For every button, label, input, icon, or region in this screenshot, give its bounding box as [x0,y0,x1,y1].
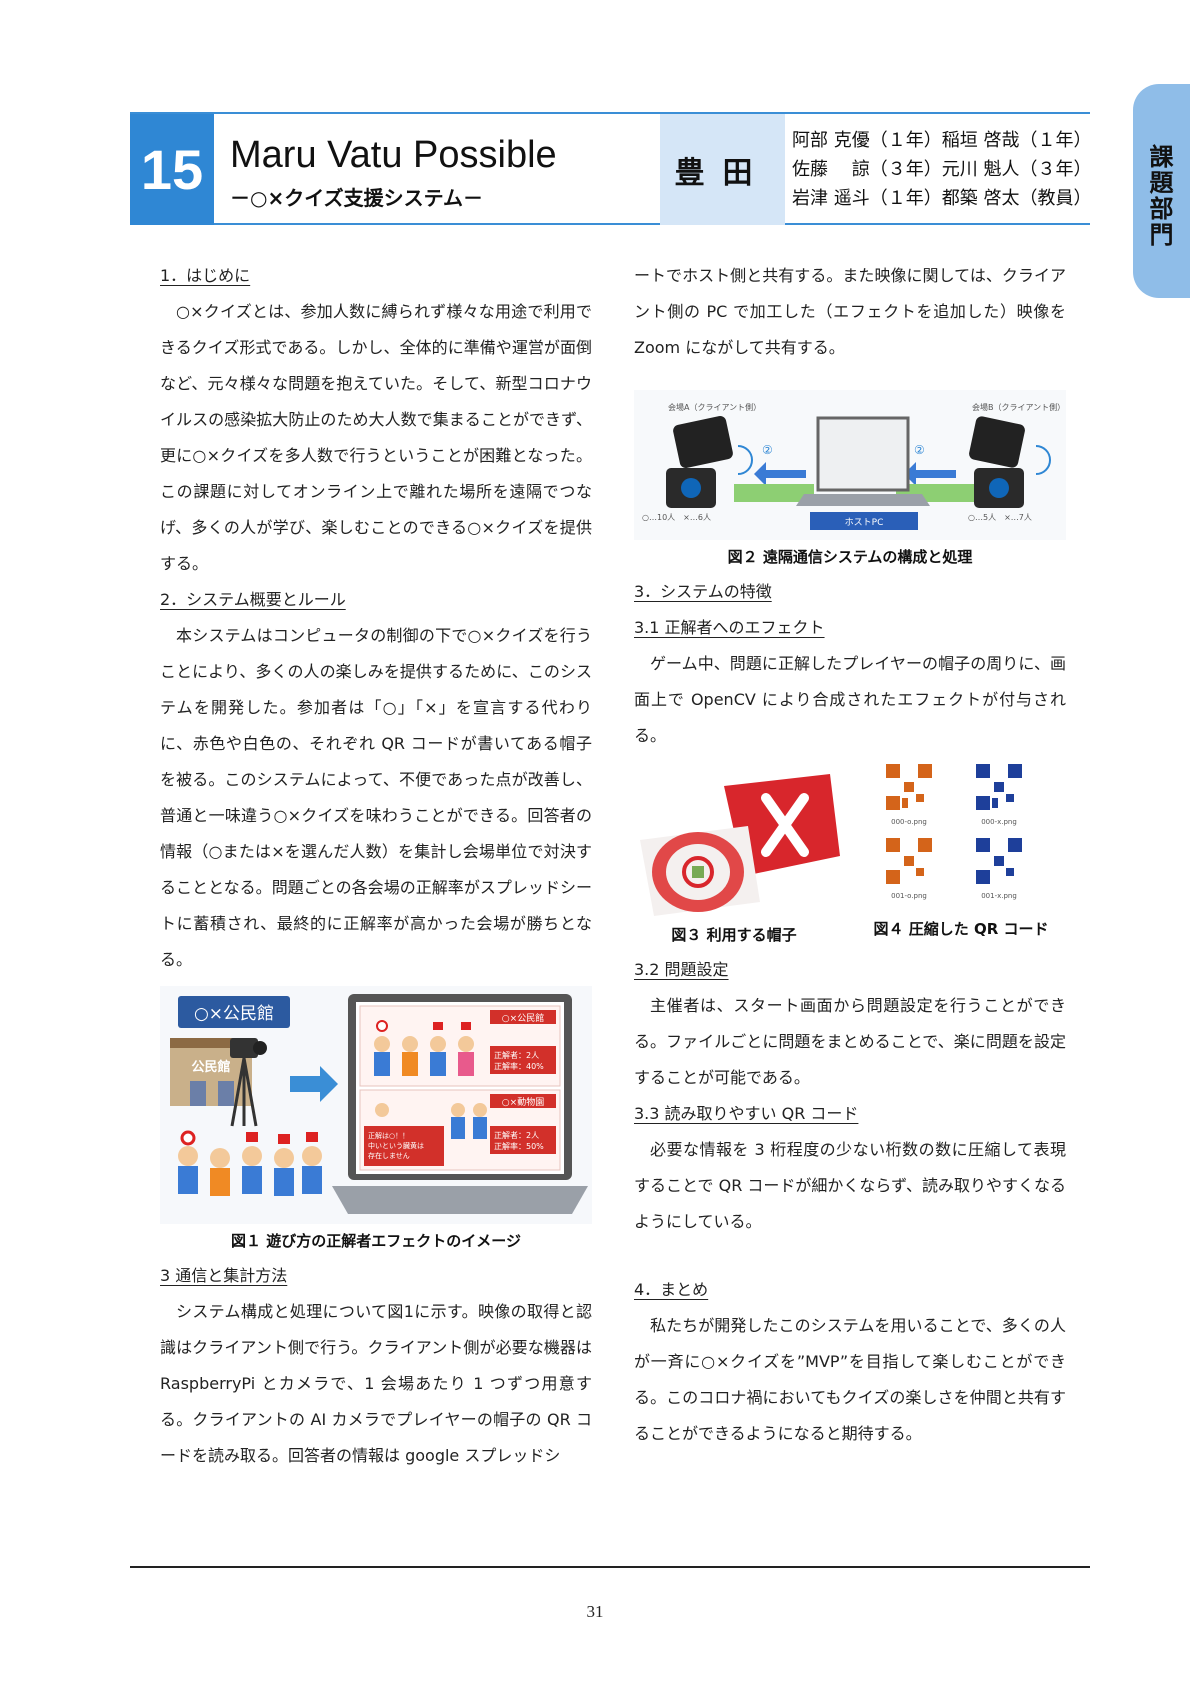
paragraph: 本システムはコンピュータの制御の下で○×クイズを行うことにより、多くの人の楽しみ… [160,626,592,969]
article-subtitle: －○×クイズ支援システム－ [230,186,484,210]
school-name: 豊田 [660,114,785,225]
author-line: 佐藤 諒（３年）元川 魁人（３年） [792,159,1092,180]
panel2-title: ○×動物園 [502,1096,544,1108]
step-marker-left: ② [762,443,773,457]
venue-a-count: ○…10人 ×…6人 [642,513,711,522]
paragraph: 必要な情報を 3 桁程度の少ない桁数の数に圧縮して表現することで QR コードが… [634,1140,1066,1231]
qr-label: 000-o.png [891,818,927,826]
step-marker-right: ② [914,443,925,457]
paragraph: ○×クイズとは、参加人数に縛られず様々な用途で利用できるクイズ形式である。しかし… [160,302,592,573]
host-pc-label: ホストPC [845,517,884,528]
right-column: ートでホスト側と共有する。また映像に関しては、クライアント側の PC で加工した… [634,258,1066,1452]
qr-code-000-o [886,764,932,810]
venue-b-label: 会場B（クライアント側） [972,402,1065,412]
side-tab-label: 課題部門 [1145,144,1173,248]
figure-4-qrcodes: 000-o.png 000-x.png 001-o.png 001-x.png [886,764,1022,900]
venue-b-count: ○…5人 ×…7人 [968,513,1032,522]
author-list: 阿部 克優（１年）稲垣 啓哉（１年） 佐藤 諒（３年）元川 魁人（３年） 岩津 … [792,126,1092,213]
figure-3-4-row: 000-o.png 000-x.png 001-o.png 001-x.png … [634,764,1066,952]
article-number: 15 [130,114,214,225]
qr-label: 001-x.png [981,892,1017,900]
svg-text:正解者：2人: 正解者：2人 [494,1130,539,1140]
paragraph: ゲーム中、問題に正解したプレイヤーの帽子の周りに、画面上で OpenCV により… [634,654,1066,745]
paragraph: システム構成と処理について図1に示す。映像の取得と認識はクライアント側で行う。ク… [160,1302,592,1465]
svg-text:存在しません: 存在しません [368,1151,410,1160]
author-line: 阿部 克優（１年）稲垣 啓哉（１年） [792,130,1092,151]
svg-text:中いという臓黄は: 中いという臓黄は [368,1141,424,1150]
figure-2-diagram: 会場A（クライアント側） 会場B（クライアント側） ② ② ホストPC ○…10… [634,390,1066,540]
figure-2-caption: 図２ 遠隔通信システムの構成と処理 [727,548,973,566]
figure-1-caption: 図１ 遊び方の正解者エフェクトのイメージ [231,1232,521,1250]
article-header: 15 Maru Vatu Possible －○×クイズ支援システム－ 豊田 阿… [130,112,1092,225]
section-side-tab: 課題部門 [1133,84,1190,298]
panel1-title: ○×公民館 [502,1012,544,1024]
venue-label: ○×公民館 [194,1004,274,1024]
figure-1: ○×公民館 公民館 ○×公民館 正解者：2人 正解率：40% ○×動物園 正解は… [160,986,592,1224]
footer-rule [130,1566,1090,1568]
figure-4-caption: 図４ 圧縮した QR コード [873,920,1049,938]
qr-label: 000-x.png [981,818,1017,826]
section-heading: 3 通信と集計方法 [160,1266,288,1285]
svg-text:正解は○！！: 正解は○！！ [368,1131,409,1140]
figure-2: 会場A（クライアント側） 会場B（クライアント側） ② ② ホストPC ○…10… [634,390,1066,540]
left-column: 1．はじめに ○×クイズとは、参加人数に縛られず様々な用途で利用できるクイズ形式… [160,258,592,1474]
section-heading: 3.1 正解者へのエフェクト [634,618,825,637]
section-heading: 3.2 問題設定 [634,960,729,979]
building-sign: 公民館 [191,1059,230,1075]
article-title: Maru Vatu Possible [230,134,557,176]
section-heading: 2．システム概要とルール [160,590,346,609]
venue-a-label: 会場A（クライアント側） [668,402,761,412]
paragraph: ートでホスト側と共有する。また映像に関しては、クライアント側の PC で加工した… [634,266,1066,357]
qr-code-001-x [976,838,1022,884]
section-heading: 3.3 読み取りやすい QR コード [634,1104,859,1123]
panel1-stats: 正解者：2人 [494,1050,539,1060]
figure-3-hats [640,774,840,916]
section-heading: 4．まとめ [634,1280,709,1299]
figure-1-illustration: ○×公民館 公民館 ○×公民館 正解者：2人 正解率：40% ○×動物園 正解は… [160,986,592,1224]
paragraph: 主催者は、スタート画面から問題設定を行うことができる。ファイルごとに問題をまとめ… [634,996,1066,1087]
qr-code-001-o [886,838,932,884]
qr-code-000-x [976,764,1022,810]
qr-label: 001-o.png [891,892,927,900]
section-heading: 3．システムの特徴 [634,582,772,601]
svg-text:正解率：40%: 正解率：40% [494,1061,544,1071]
author-line: 岩津 遥斗（１年）都築 啓太（教員） [792,188,1092,209]
svg-text:正解率：50%: 正解率：50% [494,1141,544,1151]
paragraph: 私たちが開発したこのシステムを用いることで、多くの人が一斉に○×クイズを”MVP… [634,1316,1066,1443]
figure-3-caption: 図３ 利用する帽子 [671,926,797,944]
section-heading: 1．はじめに [160,266,251,285]
page-number: 31 [586,1602,604,1621]
